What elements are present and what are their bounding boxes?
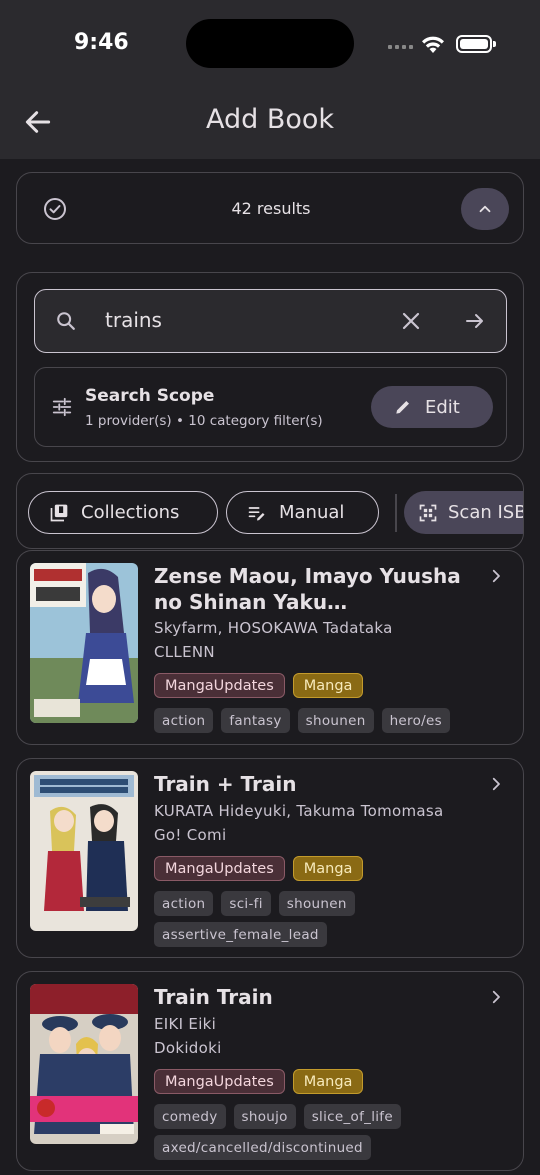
results-summary-card: 42 results [16,172,524,244]
search-scope-summary: 1 provider(s) • 10 category filter(s) [85,413,323,429]
wifi-icon [422,36,444,53]
chevron-up-icon [479,205,491,213]
app-bar: Add Book [0,88,540,159]
book-result-card[interactable]: Train + Train KURATA Hideyuki, Takuma To… [16,758,524,958]
chip-divider [395,494,397,532]
book-publisher: Go! Comi [154,826,227,844]
collections-button[interactable]: Collections [28,491,218,534]
dynamic-island [186,19,354,68]
page-title: Add Book [205,104,335,135]
edit-label: Edit [425,396,460,418]
book-tags: action fantasy shounen hero/es [154,708,509,733]
book-title: Train + Train [154,772,297,796]
book-authors: EIKI Eiki [154,1015,217,1033]
manual-entry-button[interactable]: Manual [226,491,379,534]
book-title: Zense Maou, Imayo Yuusha no Shinan Yaku … [154,564,461,614]
add-source-bar: Collections Manual Scan ISBN [16,473,524,549]
cellular-signal-icon [388,45,413,49]
book-result-card[interactable]: Zense Maou, Imayo Yuusha no Shinan Yaku … [16,550,524,745]
status-time: 9:46 [74,30,129,55]
collections-icon [50,504,68,521]
manual-label: Manual [279,502,345,523]
book-cover [30,563,138,723]
book-tags: action sci-fi shounen assertive_female_l… [154,891,509,947]
book-cover-art [30,771,138,931]
tag: assertive_female_lead [154,922,327,947]
book-cover [30,984,138,1144]
tag: action [154,708,214,733]
tag: axed/cancelled/discontinued [154,1135,371,1160]
book-tags: comedy shoujo slice_of_life axed/cancell… [154,1104,509,1160]
book-cover [30,771,138,931]
book-badges: MangaUpdates Manga [154,1069,364,1094]
search-card: trains Search Scope 1 provider(s) • 10 c… [16,272,524,462]
search-icon [57,312,75,330]
tag: fantasy [221,708,290,733]
book-result-card[interactable]: Train Train EIKI Eiki Dokidoki MangaUpda… [16,971,524,1171]
qr-scan-icon [419,504,437,521]
results-count: 42 results [231,199,311,218]
book-authors: KURATA Hideyuki, Takuma Tomomasa [154,802,444,820]
clear-icon[interactable] [399,309,423,333]
type-badge: Manga [292,856,364,881]
source-badge: MangaUpdates [154,1069,285,1094]
status-bar: 9:46 [0,0,540,88]
tag: shoujo [233,1104,296,1129]
collapse-results-button[interactable] [461,188,509,230]
search-scope-title: Search Scope [85,386,215,406]
book-authors: Skyfarm, HOSOKAWA Tadataka [154,619,393,637]
tag: hero/es [381,708,450,733]
tag: shounen [278,891,355,916]
book-cover-art [30,563,138,723]
edit-note-icon [248,506,265,520]
tag: slice_of_life [303,1104,401,1129]
book-badges: MangaUpdates Manga [154,856,364,881]
book-title: Train Train [154,985,273,1009]
search-query[interactable]: trains [105,308,162,332]
arrow-forward-icon[interactable] [463,309,487,333]
tune-icon [52,397,72,417]
scan-isbn-label: Scan ISBN [448,502,523,523]
tag: comedy [154,1104,226,1129]
book-publisher: Dokidoki [154,1039,222,1057]
source-badge: MangaUpdates [154,856,285,881]
scan-isbn-button[interactable]: Scan ISBN [404,491,523,534]
chevron-right-icon [492,990,500,1004]
type-badge: Manga [292,1069,364,1094]
type-badge: Manga [292,673,364,698]
chevron-right-icon [492,777,500,791]
book-publisher: CLLENN [154,643,215,661]
tag: shounen [297,708,374,733]
chevron-right-icon [492,569,500,583]
book-cover-art [30,984,138,1144]
book-badges: MangaUpdates Manga [154,673,364,698]
battery-icon [456,35,496,53]
tag: action [154,891,214,916]
search-scope-panel: Search Scope 1 provider(s) • 10 category… [34,367,507,447]
edit-scope-button[interactable]: Edit [371,386,493,428]
tag: sci-fi [221,891,271,916]
source-badge: MangaUpdates [154,673,285,698]
collections-label: Collections [81,502,180,523]
search-input[interactable]: trains [34,289,507,353]
pencil-icon [396,401,409,414]
